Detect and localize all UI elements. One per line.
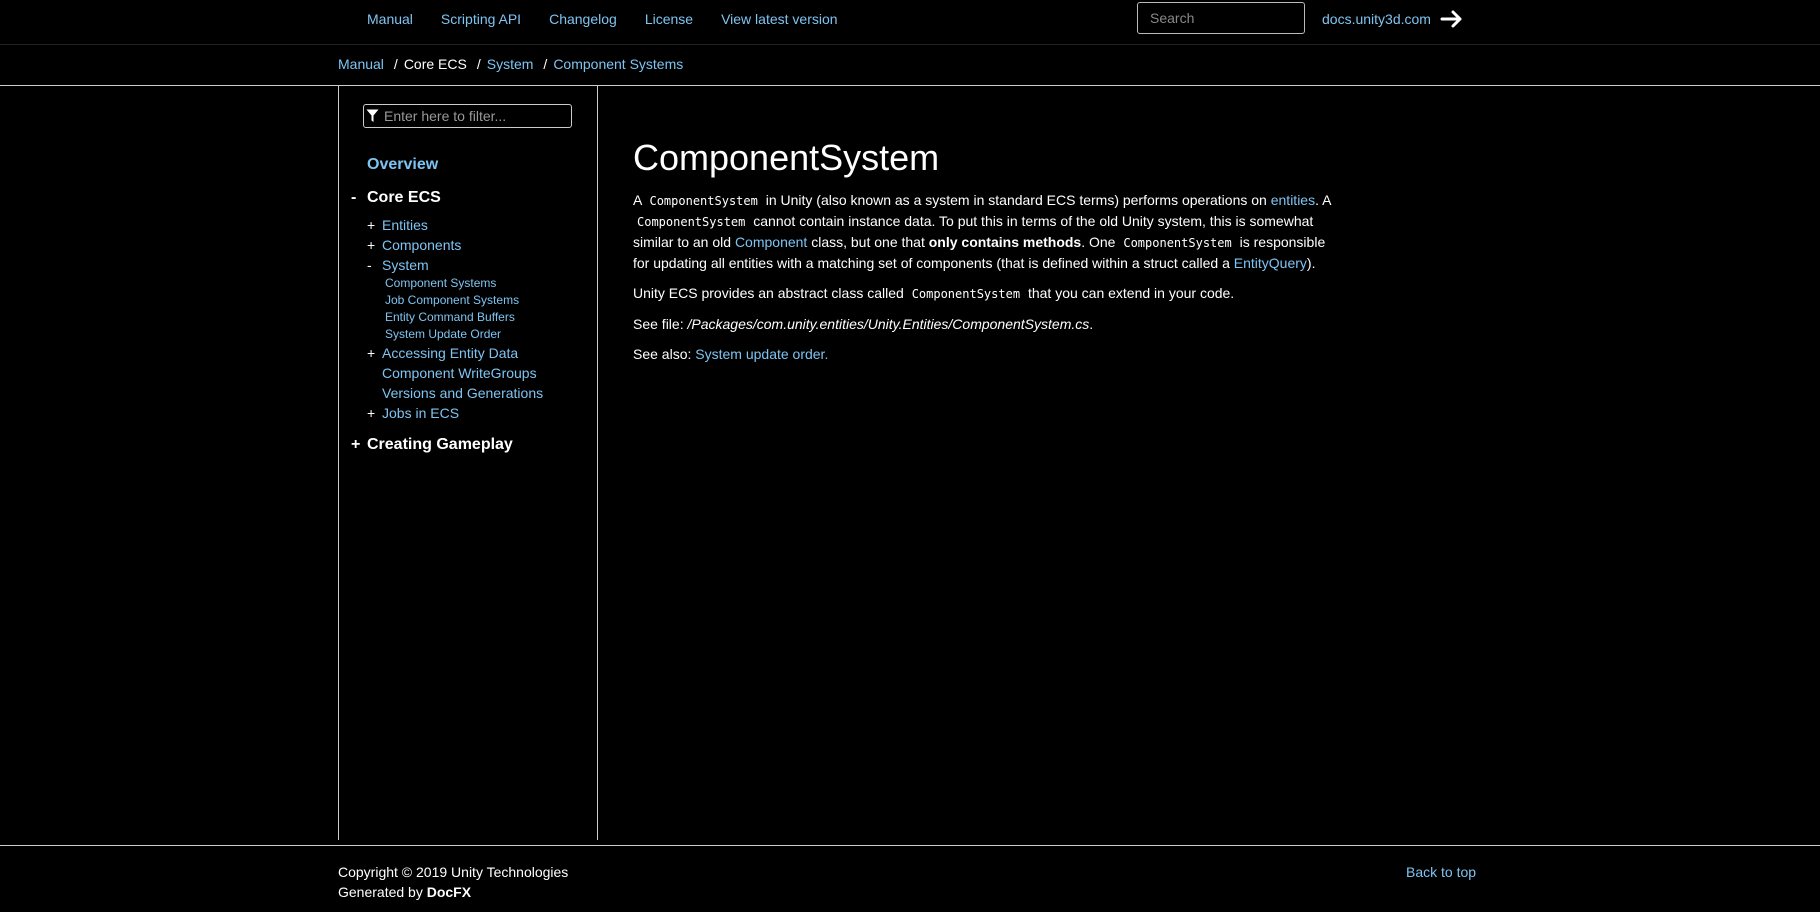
sidebar-left-border [338, 86, 339, 840]
text: . [1089, 316, 1094, 332]
toc-system[interactable]: System [382, 257, 429, 273]
toc-filter [363, 104, 572, 128]
footer-divider [0, 845, 1820, 846]
text: . [824, 346, 829, 362]
inline-code: ComponentSystem [649, 194, 758, 208]
toc-accessing-entity-data[interactable]: Accessing Entity Data [382, 345, 518, 361]
toc-components[interactable]: Components [382, 237, 461, 253]
inline-code: ComponentSystem [911, 287, 1021, 301]
toc-versions-and-generations[interactable]: Versions and Generations [382, 385, 543, 401]
inline-code: ComponentSystem [637, 215, 746, 229]
entityquery-link[interactable]: EntityQuery [1234, 255, 1307, 271]
top-navbar: Manual Scripting API Changelog License V… [0, 0, 1820, 45]
top-nav: Manual Scripting API Changelog License V… [367, 11, 838, 27]
sidebar-right-border [597, 86, 598, 840]
back-to-top-link[interactable]: Back to top [1406, 864, 1476, 880]
toc-toggle-accessing-entity-data[interactable]: + [367, 345, 375, 361]
arrow-right-icon[interactable] [1440, 8, 1464, 30]
article-paragraph-2: Unity ECS provides an abstract class cal… [633, 283, 1333, 304]
entities-link[interactable]: entities [1271, 192, 1315, 208]
toc-toggle-core-ecs[interactable]: - [351, 189, 356, 207]
toc-toggle-entities[interactable]: + [367, 217, 375, 233]
text: . A [1315, 192, 1331, 208]
system-update-order-link[interactable]: System update order [695, 346, 824, 362]
text: ). [1306, 255, 1316, 271]
copyright-text: Copyright © 2019 Unity Technologies [338, 864, 569, 880]
toc-creating-gameplay[interactable]: Creating Gameplay [367, 436, 513, 454]
text: that you can extend in your code. [1027, 285, 1235, 301]
nav-changelog[interactable]: Changelog [549, 11, 617, 27]
breadcrumb-component-systems[interactable]: Component Systems [553, 56, 683, 72]
toc-entities[interactable]: Entities [382, 217, 428, 233]
article-paragraph-4: See also: System update order. [633, 344, 1333, 364]
breadcrumb-separator: / [393, 56, 398, 72]
toc-job-component-systems[interactable]: Job Component Systems [385, 293, 519, 307]
text: See file: [633, 316, 684, 332]
search-input[interactable] [1137, 2, 1305, 34]
page-title: ComponentSystem [633, 137, 940, 178]
breadcrumb: Manual / Core ECS / System / Component S… [338, 56, 683, 72]
text: in Unity (also known as a system in stan… [765, 192, 1267, 208]
toc-core-ecs[interactable]: Core ECS [367, 189, 441, 207]
breadcrumb-system[interactable]: System [487, 56, 534, 72]
breadcrumb-manual[interactable]: Manual [338, 56, 384, 72]
nav-scripting-api[interactable]: Scripting API [441, 11, 521, 27]
file-path: /Packages/com.unity.entities/Unity.Entit… [687, 316, 1090, 332]
toc-system-update-order[interactable]: System Update Order [385, 327, 501, 341]
toc-component-writegroups[interactable]: Component WriteGroups [382, 365, 537, 381]
article-paragraph-1: A ComponentSystem in Unity (also known a… [633, 190, 1333, 273]
generated-by: Generated by DocFX [338, 884, 471, 900]
toc-entity-command-buffers[interactable]: Entity Command Buffers [385, 310, 515, 324]
text: . One [1081, 234, 1116, 250]
nav-manual[interactable]: Manual [367, 11, 413, 27]
inline-code: ComponentSystem [1123, 236, 1232, 250]
toc-filter-input[interactable] [384, 107, 564, 125]
article: ComponentSystem A ComponentSystem in Uni… [633, 136, 1333, 364]
filter-icon [366, 109, 379, 122]
toc-component-systems[interactable]: Component Systems [385, 276, 496, 290]
docs-unity3d-link[interactable]: docs.unity3d.com [1322, 11, 1431, 27]
toc-toggle-jobs-in-ecs[interactable]: + [367, 405, 375, 421]
bold-text: only contains methods [928, 234, 1082, 250]
text: A [633, 192, 642, 208]
text: class, but one that [811, 234, 925, 250]
breadcrumb-separator: / [476, 56, 481, 72]
generated-by-label: Generated by [338, 884, 423, 900]
nav-license[interactable]: License [645, 11, 693, 27]
toc-toggle-creating-gameplay[interactable]: + [351, 436, 360, 454]
breadcrumb-separator: / [543, 56, 548, 72]
text: Unity ECS provides an abstract class cal… [633, 285, 904, 301]
docfx-label: DocFX [426, 884, 472, 900]
article-paragraph-3: See file: /Packages/com.unity.entities/U… [633, 314, 1333, 334]
text: See also: [633, 346, 692, 362]
toc-overview[interactable]: Overview [367, 156, 438, 174]
toc-toggle-components[interactable]: + [367, 237, 375, 253]
header-divider [0, 85, 1820, 86]
toc-toggle-system[interactable]: - [367, 257, 372, 273]
component-link[interactable]: Component [735, 234, 807, 250]
toc-jobs-in-ecs[interactable]: Jobs in ECS [382, 405, 459, 421]
nav-view-latest-version[interactable]: View latest version [721, 11, 837, 27]
breadcrumb-core-ecs: Core ECS [403, 56, 467, 72]
